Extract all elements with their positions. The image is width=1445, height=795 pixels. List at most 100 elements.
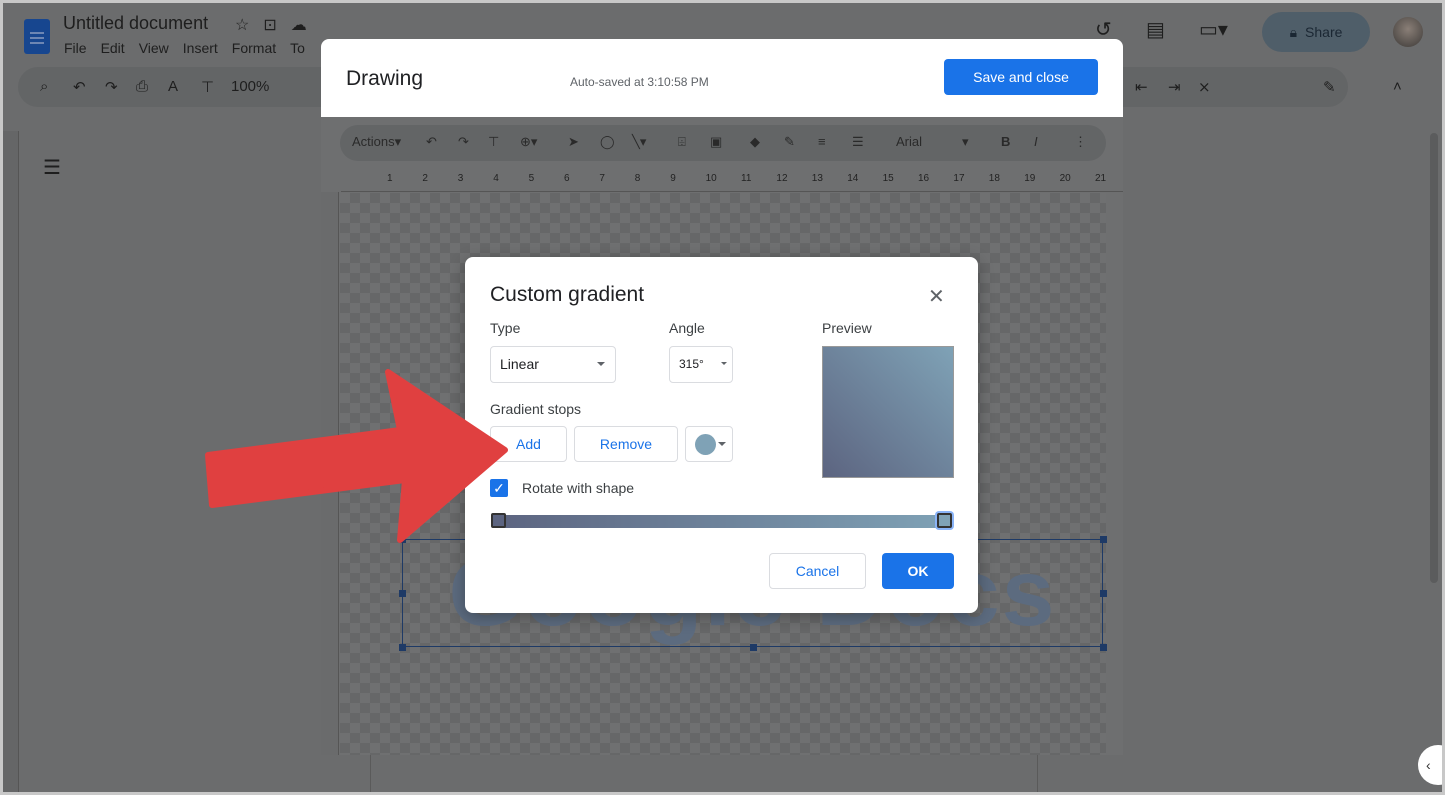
paint-format-icon[interactable]: ⊤ [201,78,214,96]
resize-handle[interactable] [750,644,757,651]
resize-handle[interactable] [399,536,406,543]
menu-insert[interactable]: Insert [183,40,218,56]
ruler-tick-label: 16 [918,173,930,184]
cancel-button[interactable]: Cancel [769,553,866,589]
zoom-icon[interactable]: ⊕▾ [520,134,537,150]
bold-button[interactable]: B [1001,134,1010,149]
ruler-tick-label: 12 [776,173,788,184]
print-icon[interactable]: ⎙ [136,78,148,95]
menu-tools[interactable]: To [290,40,305,56]
actions-menu[interactable]: Actions▾ [352,134,401,150]
drawing-title: Drawing [346,67,424,90]
resize-handle[interactable] [399,644,406,651]
resize-handle[interactable] [1100,536,1107,543]
move-folder-icon[interactable]: ⊡ [263,15,276,35]
decrease-indent-icon[interactable]: ⇤ [1135,78,1148,96]
line-icon[interactable]: ╲▾ [632,134,646,150]
stop-color-picker[interactable] [685,426,733,462]
menu-format[interactable]: Format [232,40,276,56]
editing-mode-icon[interactable]: ✎ [1323,78,1336,96]
resize-handle[interactable] [1100,644,1107,651]
select-icon[interactable]: ➤ [568,134,579,150]
redo-icon[interactable]: ↷ [105,78,118,96]
vertical-ruler [321,192,339,755]
ruler-tick-label: 19 [1024,173,1036,184]
scrollbar[interactable] [1430,133,1438,583]
clear-format-icon[interactable]: ⨯ [1198,78,1211,96]
resize-handle[interactable] [1100,590,1107,597]
undo-icon[interactable]: ↶ [73,78,86,96]
font-dropdown-icon[interactable]: ▾ [962,134,969,150]
border-color-icon[interactable]: ✎ [784,134,795,150]
ruler-tick-label: 1 [387,173,393,184]
share-button[interactable]: 🔒︎ Share [1262,12,1370,52]
shape-icon[interactable]: ◯ [600,134,615,150]
zoom-select[interactable]: 100% [231,78,269,95]
text-box-icon[interactable]: ⌹ [678,134,686,150]
outline-icon[interactable]: ☰ [43,155,61,180]
comment-icon[interactable]: ▤ [1146,17,1165,42]
save-and-close-button[interactable]: Save and close [944,59,1098,95]
menu-view[interactable]: View [139,40,169,56]
ruler-tick-label: 7 [599,173,605,184]
ruler-tick-label: 13 [811,173,823,184]
autosave-status: Auto-saved at 3:10:58 PM [570,75,709,89]
ruler-tick-label: 3 [457,173,464,184]
resize-handle[interactable] [399,590,406,597]
meet-icon[interactable]: ▭▾ [1199,17,1228,42]
ruler-tick-label: 20 [1059,173,1071,184]
rotate-with-shape-checkbox[interactable]: ✓ [490,479,508,497]
document-title[interactable]: Untitled document [63,13,208,34]
ruler-tick-label: 8 [634,173,641,184]
redo-icon[interactable]: ↷ [458,134,469,150]
remove-stop-button[interactable]: Remove [574,426,678,462]
ruler-tick-label: 11 [741,173,752,184]
close-icon[interactable]: ✕ [928,284,945,309]
lock-icon: 🔒︎ [1289,23,1298,40]
ruler-tick-label: 5 [528,173,535,184]
ruler-tick-label: 10 [705,173,717,184]
type-label: Type [490,320,521,336]
ruler-tick-label: 4 [493,173,499,184]
paint-format-icon[interactable]: ⊤ [488,134,499,150]
add-stop-button[interactable]: Add [490,426,567,462]
search-icon[interactable]: ⌕ [40,78,48,95]
type-select[interactable]: Linear [490,346,616,383]
image-icon[interactable]: ▣ [710,134,722,150]
ruler-tick-label: 2 [422,173,428,184]
angle-label: Angle [669,320,705,336]
color-swatch [695,434,716,455]
more-icon[interactable]: ⋮ [1074,134,1087,150]
preview-label: Preview [822,320,872,336]
angle-select[interactable]: 315° [669,346,733,383]
ruler-tick-label: 17 [953,173,965,184]
vertical-ruler [3,131,19,792]
increase-indent-icon[interactable]: ⇥ [1168,78,1181,96]
collapse-toolbar-icon[interactable]: ˄ [1393,78,1402,95]
cloud-saved-icon[interactable]: ☁ [291,15,307,35]
gradient-stops-label: Gradient stops [490,401,582,417]
ok-button[interactable]: OK [882,553,954,589]
ruler-tick-label: 9 [670,173,676,184]
gradient-stop-start[interactable] [491,513,506,528]
avatar[interactable] [1393,17,1423,47]
menu-file[interactable]: File [64,40,87,56]
menu-bar: File Edit View Insert Format To [64,40,305,56]
gradient-preview [822,346,954,478]
italic-button[interactable]: I [1034,134,1038,149]
border-weight-icon[interactable]: ≡ [818,134,826,149]
border-dash-icon[interactable]: ☰ [852,134,864,150]
undo-icon[interactable]: ↶ [426,134,437,150]
gradient-bar[interactable] [491,515,954,528]
side-panel-toggle-icon[interactable]: ‹ [1418,745,1442,785]
spellcheck-icon[interactable]: A [168,78,178,95]
menu-edit[interactable]: Edit [101,40,125,56]
ruler-tick-label: 21 [1095,173,1107,184]
drawing-toolbar: Actions▾ ↶ ↷ ⊤ ⊕▾ ➤ ◯ ╲▾ ⌹ ▣ ◆ ✎ ≡ ☰ Ari… [340,125,1106,161]
gradient-stop-end[interactable] [937,513,952,528]
font-select[interactable]: Arial [896,134,922,149]
star-icon[interactable]: ☆ [235,15,249,35]
fill-color-icon[interactable]: ◆ [750,134,760,150]
rotate-with-shape-label[interactable]: Rotate with shape [522,480,634,496]
docs-logo-icon[interactable] [24,19,50,54]
